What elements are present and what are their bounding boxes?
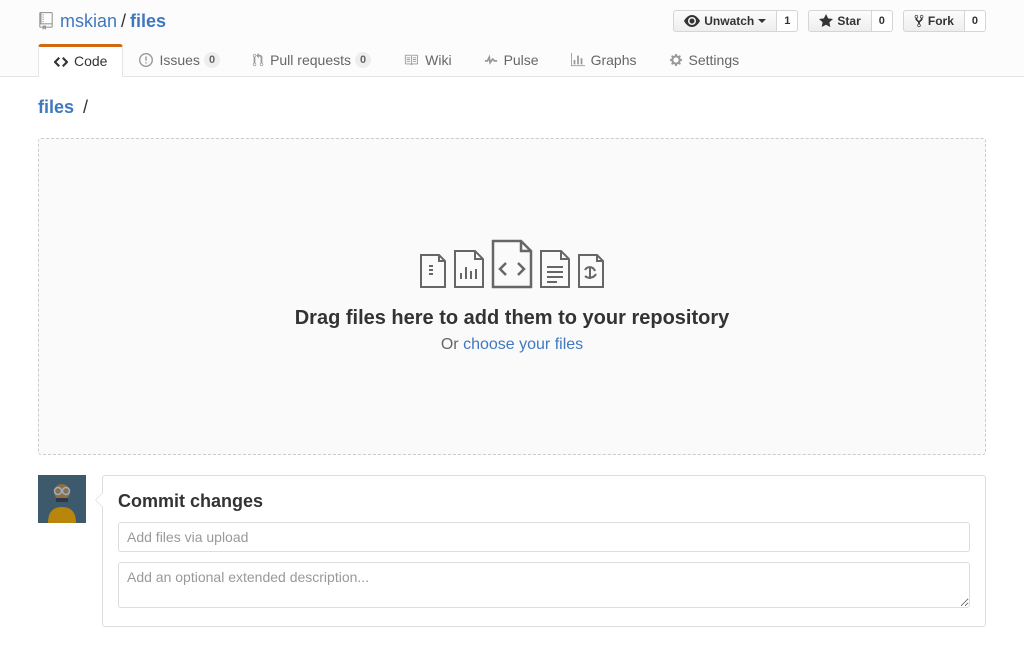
- choose-files-link[interactable]: choose your files: [463, 336, 583, 353]
- tab-graphs[interactable]: Graphs: [555, 44, 653, 76]
- pulse-icon: [484, 53, 498, 67]
- page-actions: Unwatch 1 Star 0 Fork: [673, 10, 986, 32]
- file-drop-zone[interactable]: Drag files here to add them to your repo…: [38, 138, 986, 455]
- unwatch-button[interactable]: Unwatch: [673, 10, 777, 32]
- tab-pull-requests[interactable]: Pull requests 0: [236, 44, 387, 76]
- commit-summary-input[interactable]: [118, 522, 970, 552]
- repo-name-link[interactable]: files: [130, 11, 166, 32]
- file-pdf-icon: [577, 253, 605, 289]
- star-button[interactable]: Star: [808, 10, 871, 32]
- commit-description-textarea[interactable]: [118, 562, 970, 608]
- breadcrumb: files /: [38, 97, 986, 118]
- code-icon: [54, 54, 68, 68]
- gear-icon: [669, 53, 683, 67]
- tab-issues[interactable]: Issues 0: [123, 44, 236, 76]
- breadcrumb-root-link[interactable]: files: [38, 97, 74, 117]
- caret-icon: [758, 19, 766, 23]
- book-icon: [403, 53, 419, 67]
- user-avatar[interactable]: [38, 475, 86, 523]
- drop-heading: Drag files here to add them to your repo…: [59, 307, 965, 330]
- repo-title: mskian / files: [38, 11, 166, 32]
- tab-wiki[interactable]: Wiki: [387, 44, 467, 76]
- file-text-icon: [539, 249, 571, 289]
- tab-settings[interactable]: Settings: [653, 44, 756, 76]
- pull-request-icon: [252, 53, 264, 67]
- file-zip-icon: [419, 253, 447, 289]
- tab-pulse[interactable]: Pulse: [468, 44, 555, 76]
- breadcrumb-sep: /: [83, 97, 88, 117]
- fork-icon: [914, 14, 924, 28]
- issues-counter: 0: [204, 52, 220, 68]
- pulls-counter: 0: [355, 52, 371, 68]
- drop-subtext: Or choose your files: [59, 336, 965, 354]
- repo-tabs: Code Issues 0 Pull requests 0 Wiki Pulse: [22, 44, 1002, 76]
- repo-icon: [38, 12, 54, 30]
- commit-form: Commit changes: [102, 475, 986, 627]
- fork-button[interactable]: Fork: [903, 10, 965, 32]
- file-chart-icon: [453, 249, 485, 289]
- graph-icon: [571, 53, 585, 67]
- stargazers-count[interactable]: 0: [872, 10, 893, 32]
- issue-icon: [139, 53, 153, 67]
- repo-sep: /: [121, 11, 126, 32]
- upload-icons: [59, 239, 965, 289]
- forks-count[interactable]: 0: [965, 10, 986, 32]
- eye-icon: [684, 15, 700, 27]
- watchers-count[interactable]: 1: [777, 10, 798, 32]
- commit-heading: Commit changes: [118, 491, 970, 512]
- repo-owner-link[interactable]: mskian: [60, 11, 117, 32]
- tab-code[interactable]: Code: [38, 44, 123, 77]
- file-code-icon: [491, 239, 533, 289]
- star-icon: [819, 14, 833, 28]
